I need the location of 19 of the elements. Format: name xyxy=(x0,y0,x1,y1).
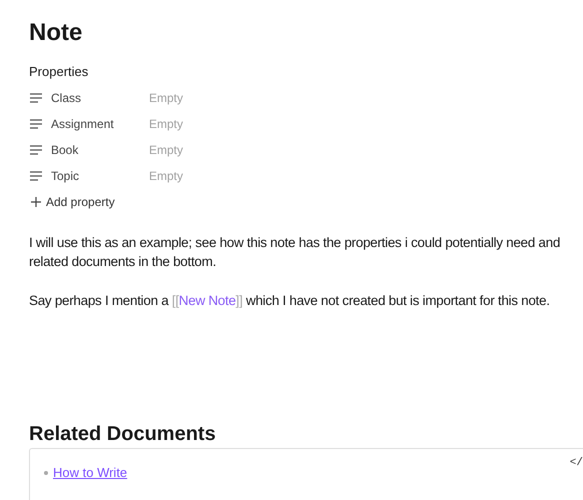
internal-link[interactable]: [[New Note]] xyxy=(172,293,243,308)
code-toggle[interactable]: </ xyxy=(570,455,583,472)
text-lines-icon xyxy=(30,145,43,155)
property-name[interactable]: Assignment xyxy=(51,115,149,133)
paragraph: I will use this as an example; see how this note has the properties i could potentially need and related documents in the bottom. xyxy=(29,234,562,271)
property-name[interactable]: Book xyxy=(51,141,149,159)
add-property-button[interactable]: Add property xyxy=(31,193,115,211)
property-name[interactable]: Class xyxy=(51,89,149,107)
properties-heading: Properties xyxy=(29,63,90,81)
text-lines-icon xyxy=(30,119,43,129)
text-lines-icon xyxy=(30,93,43,103)
document-link[interactable]: How to Write xyxy=(53,463,128,482)
paragraph: Say perhaps I mention a [[New Note]] which I have not created but is important for this note. xyxy=(29,292,551,310)
text-lines-icon xyxy=(30,171,43,181)
section-heading: Related Documents xyxy=(29,422,217,446)
property-name[interactable]: Topic xyxy=(51,167,149,185)
note-title: Note xyxy=(29,18,84,48)
bullet-icon xyxy=(44,470,48,475)
plus-icon xyxy=(31,197,41,207)
